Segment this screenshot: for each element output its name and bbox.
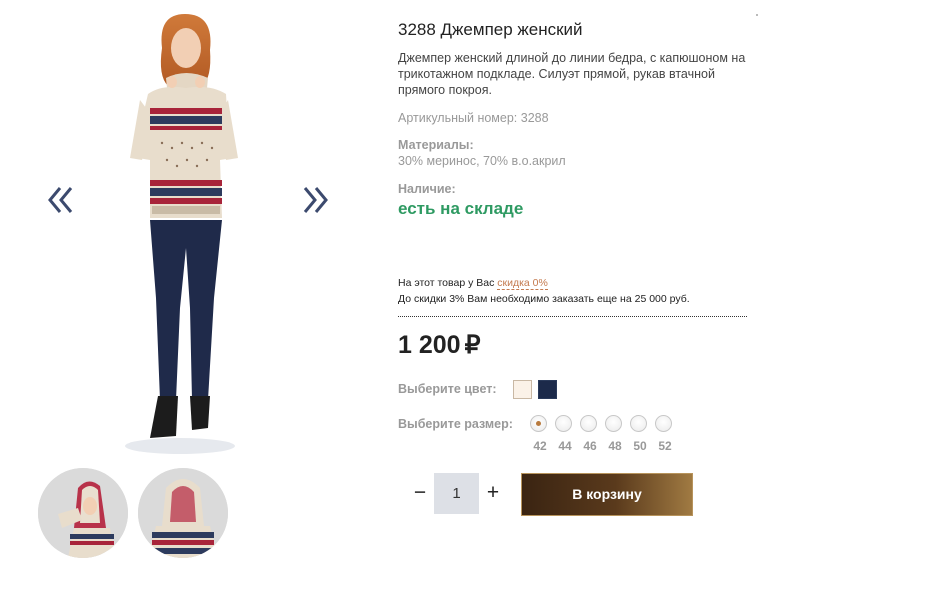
- availability-label: Наличие:: [398, 182, 456, 196]
- size-radio[interactable]: [580, 415, 597, 432]
- discount-prefix: На этот товар у Вас: [398, 277, 498, 289]
- size-label: Выберите размер:: [398, 417, 513, 431]
- currency-sign: ₽: [464, 331, 481, 359]
- discount-link[interactable]: скидка 0%: [497, 277, 548, 290]
- product-price: 1 200 ₽: [398, 330, 480, 360]
- product-title: 3288 Джемпер женский: [398, 20, 583, 39]
- discount-info: На этот товар у Вас скидка 0%: [398, 277, 548, 290]
- size-number: 50: [633, 439, 647, 453]
- quantity-input[interactable]: [434, 473, 479, 514]
- price-divider: [398, 316, 747, 317]
- size-option-42[interactable]: 42: [528, 413, 552, 457]
- color-label: Выберите цвет:: [398, 382, 497, 396]
- size-radio[interactable]: [655, 415, 672, 432]
- availability-status: есть на складе: [398, 199, 524, 218]
- size-option-46[interactable]: 46: [578, 413, 602, 457]
- add-to-cart-button[interactable]: В корзину: [521, 473, 693, 516]
- color-swatch-navy[interactable]: [538, 380, 557, 399]
- size-option-52[interactable]: 52: [653, 413, 677, 457]
- product-description: Джемпер женский длиной до линии бедра, с…: [398, 51, 746, 97]
- size-option-48[interactable]: 48: [603, 413, 627, 457]
- size-number: 44: [558, 439, 572, 453]
- color-swatch-cream[interactable]: [513, 380, 532, 399]
- size-number: 42: [533, 439, 547, 453]
- product-gallery: [0, 0, 380, 599]
- materials-label: Материалы:: [398, 138, 474, 152]
- materials-value: 30% меринос, 70% в.о.акрил: [398, 154, 566, 168]
- discount-next-level: До скидки 3% Вам необходимо заказать еще…: [398, 293, 690, 305]
- quantity-increase-button[interactable]: +: [483, 482, 503, 504]
- size-number: 48: [608, 439, 622, 453]
- price-amount: 1 200: [398, 331, 461, 359]
- size-option-50[interactable]: 50: [628, 413, 652, 457]
- size-option-44[interactable]: 44: [553, 413, 577, 457]
- size-number: 46: [583, 439, 597, 453]
- product-main-photo: [110, 8, 260, 456]
- decorative-dot: [756, 14, 758, 16]
- size-radio[interactable]: [630, 415, 647, 432]
- thumbnail-hood-back[interactable]: [138, 468, 228, 558]
- chevron-double-right-icon[interactable]: [296, 178, 336, 222]
- quantity-decrease-button[interactable]: −: [410, 482, 430, 504]
- thumbnail-hood-side[interactable]: [38, 468, 128, 558]
- size-radio[interactable]: [605, 415, 622, 432]
- size-radio[interactable]: [555, 415, 572, 432]
- chevron-double-left-icon[interactable]: [40, 178, 80, 222]
- radio-selected-dot: [536, 421, 541, 426]
- size-number: 52: [658, 439, 672, 453]
- product-sku: Артикульный номер: 3288: [398, 111, 549, 125]
- size-radio[interactable]: [530, 415, 547, 432]
